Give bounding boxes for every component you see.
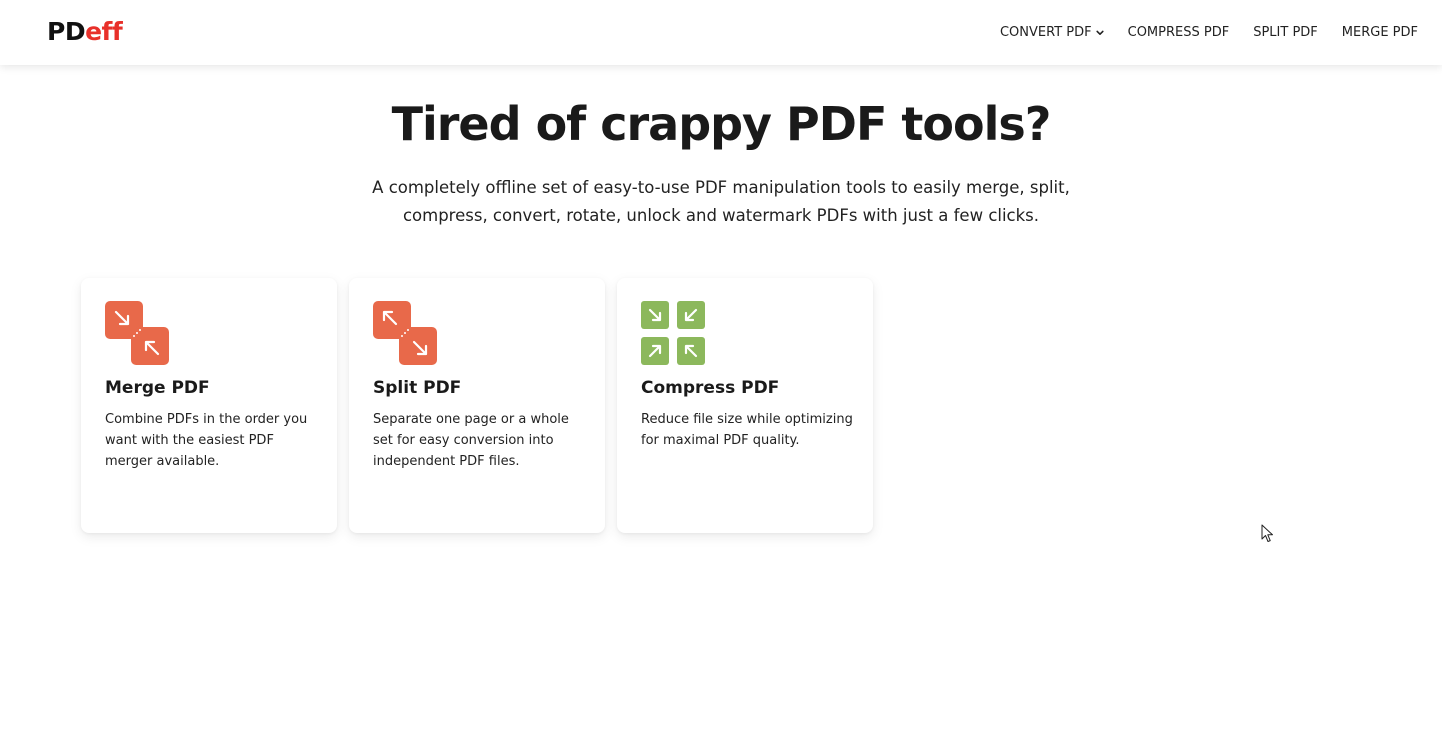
nav-split-pdf[interactable]: SPLIT PDF: [1253, 25, 1318, 40]
tool-card-merge-pdf[interactable]: Merge PDF Combine PDFs in the order you …: [81, 278, 337, 533]
tool-card-description: Combine PDFs in the order you want with …: [105, 412, 308, 469]
nav-compress-pdf-label: COMPRESS PDF: [1127, 25, 1230, 40]
main-nav: CONVERT PDF COMPRESS PDF SPLIT PDF MERGE…: [1000, 0, 1418, 65]
nav-convert-pdf-label: CONVERT PDF: [999, 25, 1092, 40]
logo-accent-text: eff: [85, 17, 123, 46]
nav-convert-pdf[interactable]: CONVERT PDF: [1000, 25, 1104, 40]
tool-card-title: Compress PDF: [641, 378, 780, 398]
page-subtitle: A completely offline set of easy-to-use …: [372, 178, 1070, 225]
tool-card-title: Merge PDF: [105, 378, 210, 398]
tool-card-split-pdf[interactable]: Split PDF Separate one page or a whole s…: [349, 278, 605, 533]
compress-icon: [641, 301, 705, 365]
tool-cards: Merge PDF Combine PDFs in the order you …: [81, 278, 873, 533]
page-title: Tired of crappy PDF tools?: [391, 97, 1052, 151]
logo-main-text: PD: [47, 17, 86, 46]
tool-card-title: Split PDF: [373, 378, 462, 398]
logo[interactable]: PDeff: [47, 17, 123, 47]
split-icon: [373, 301, 437, 365]
merge-icon: [105, 301, 169, 365]
top-navbar: PDeff CONVERT PDF COMPRESS PDF SPLIT PDF…: [0, 0, 1442, 65]
nav-merge-pdf-label: MERGE PDF: [1341, 25, 1418, 40]
tool-card-description: Separate one page or a whole set for eas…: [373, 412, 569, 469]
nav-compress-pdf[interactable]: COMPRESS PDF: [1128, 25, 1230, 40]
tool-card-compress-pdf[interactable]: Compress PDF Reduce file size while opti…: [617, 278, 873, 533]
tool-card-description: Reduce file size while optimizing for ma…: [641, 412, 853, 448]
chevron-down-icon: [1096, 30, 1104, 35]
mouse-cursor-icon: [1261, 524, 1273, 542]
nav-split-pdf-label: SPLIT PDF: [1253, 25, 1318, 40]
nav-merge-pdf[interactable]: MERGE PDF: [1342, 25, 1418, 40]
